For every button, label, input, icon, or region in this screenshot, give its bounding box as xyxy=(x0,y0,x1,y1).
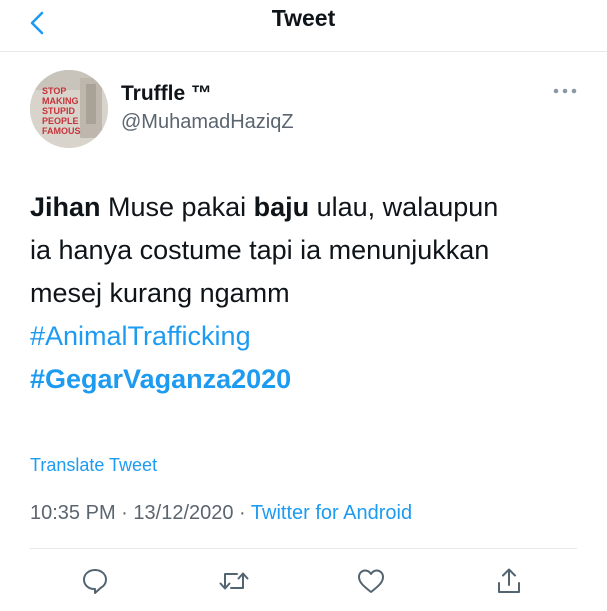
tweet-line: Jihan Muse pakai baju ulau, walaupun xyxy=(30,186,590,229)
share-icon[interactable] xyxy=(491,563,527,599)
heart-icon[interactable] xyxy=(353,563,389,599)
tweet-date: 13/12/2020 xyxy=(133,502,234,524)
translate-tweet-link[interactable]: Translate Tweet xyxy=(30,455,157,476)
author-handle[interactable]: @MuhamadHaziqZ xyxy=(121,111,294,134)
avatar-lettering: PEOPLE xyxy=(42,116,79,126)
tweet-actions xyxy=(0,563,607,599)
tweet-line: mesej kurang ngamm xyxy=(30,272,590,315)
page-title: Tweet xyxy=(271,5,336,31)
hashtag-link[interactable]: #AnimalTrafficking xyxy=(30,315,590,358)
tweet-source-link[interactable]: Twitter for Android xyxy=(251,502,412,524)
avatar-lettering: FAMOUS xyxy=(42,126,81,136)
meta-separator: · xyxy=(115,502,134,524)
author-display-name[interactable]: Truffle ™ xyxy=(121,82,212,106)
tweet-bold-word: Jihan xyxy=(30,192,101,222)
tweet-text-segment: mesej kurang ngamm xyxy=(30,278,290,308)
tweet-line: ia hanya costume tapi ia menunjukkan xyxy=(30,229,590,272)
tweet-bold-word: baju xyxy=(253,192,310,222)
navigation-bar: Tweet xyxy=(0,0,607,52)
tweet-time: 10:35 PM xyxy=(30,502,116,524)
tweet-text: Jihan Muse pakai baju ulau, walaupun ia … xyxy=(30,186,590,401)
avatar[interactable]: STOP MAKING STUPID PEOPLE FAMOUS xyxy=(30,70,108,148)
divider xyxy=(30,548,577,549)
reply-icon[interactable] xyxy=(77,563,113,599)
meta-separator: · xyxy=(233,502,251,524)
tweet-text-segment: Muse pakai xyxy=(100,192,254,222)
tweet-text-segment: ia hanya costume tapi ia menunjukkan xyxy=(30,235,490,265)
avatar-lettering: STOP xyxy=(42,86,66,96)
hashtag-link[interactable]: #GegarVaganza2020 xyxy=(30,358,590,401)
avatar-lettering: MAKING xyxy=(42,96,79,106)
avatar-lettering: STUPID xyxy=(42,106,76,116)
tweet-metadata: 10:35 PM · 13/12/2020 · Twitter for Andr… xyxy=(30,502,412,525)
more-icon[interactable] xyxy=(550,84,580,98)
retweet-icon[interactable] xyxy=(216,563,252,599)
tweet-text-segment: ulau, walaupun xyxy=(309,192,499,222)
